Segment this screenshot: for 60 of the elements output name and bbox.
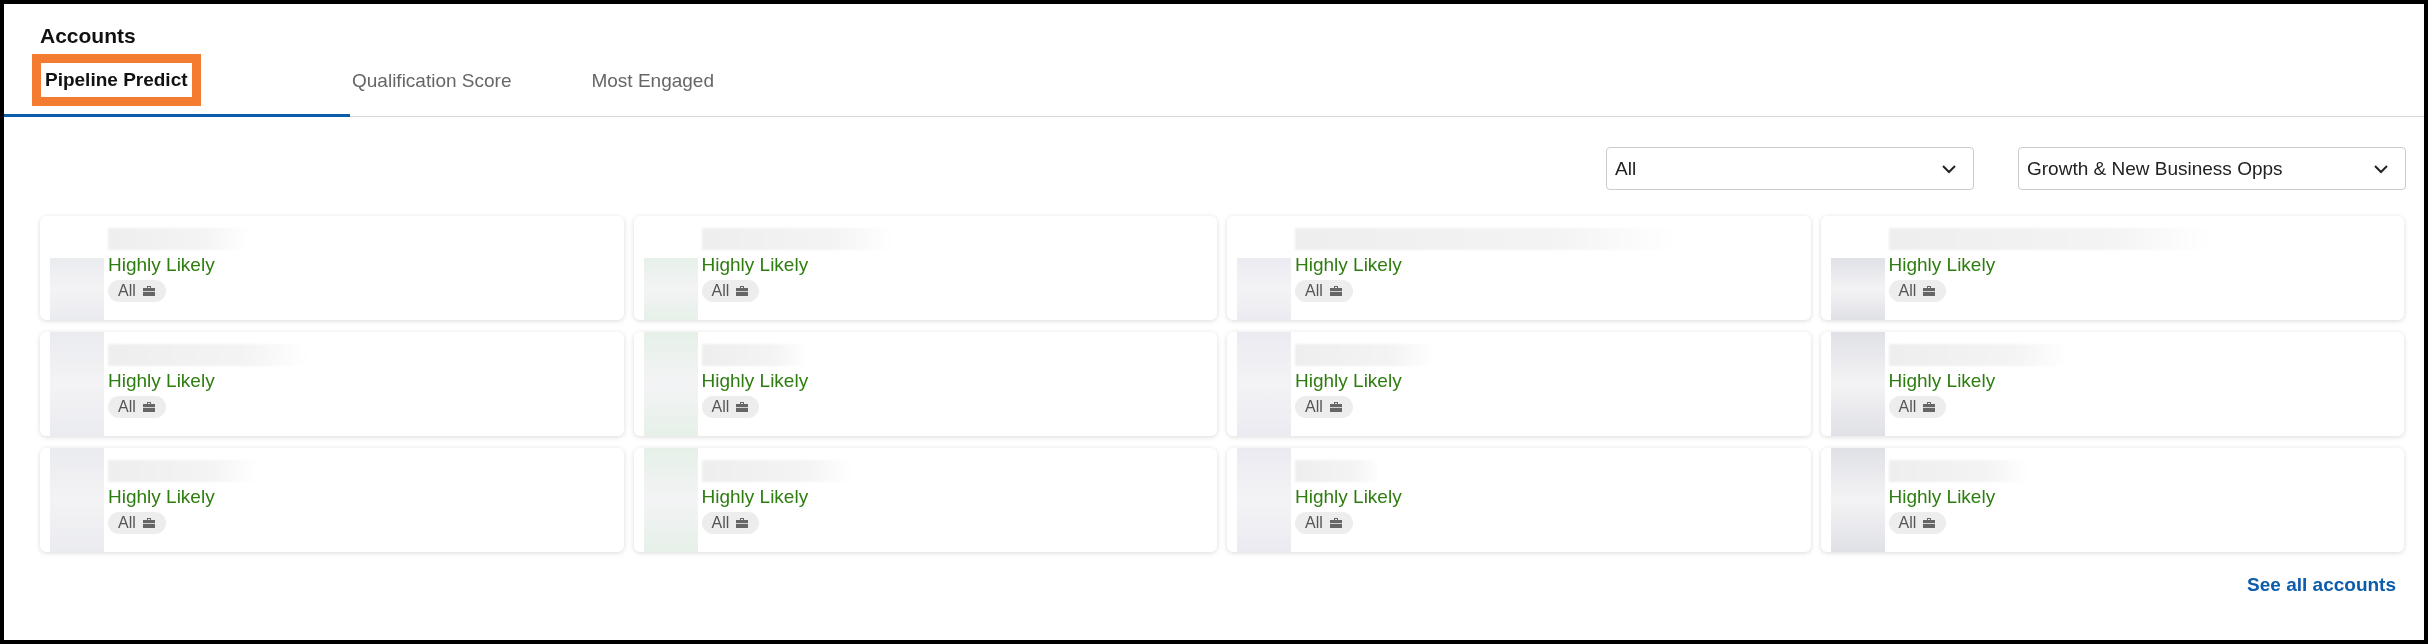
briefcase-icon — [1328, 517, 1343, 529]
account-card[interactable]: Highly Likely All — [1227, 216, 1811, 320]
account-card[interactable]: Highly Likely All — [1820, 216, 2404, 320]
tag-pill: All — [108, 280, 166, 302]
likelihood-label: Highly Likely — [108, 370, 216, 392]
tag-pill: All — [701, 280, 760, 302]
account-card[interactable]: Highly Likely All — [40, 216, 624, 320]
account-card[interactable]: Highly Likely All — [1820, 332, 2404, 436]
account-card[interactable]: Highly Likely All — [40, 332, 624, 436]
likelihood-label: Highly Likely — [701, 254, 810, 276]
tag-pill: All — [108, 512, 166, 534]
likelihood-label: Highly Likely — [701, 370, 810, 392]
see-all-link[interactable]: See all accounts — [2247, 574, 2396, 596]
likelihood-label: Highly Likely — [1888, 486, 1997, 508]
filter-dropdown[interactable]: Growth & New Business Opps — [2018, 147, 2406, 190]
briefcase-icon — [1328, 401, 1343, 413]
tab[interactable]: Pipeline Predict — [4, 56, 350, 117]
account-card[interactable]: Highly Likely All — [633, 216, 1217, 320]
tag-pill: All — [1295, 280, 1353, 302]
account-card[interactable]: Highly Likely All — [1227, 332, 1811, 436]
redacted-logo — [1830, 258, 1885, 320]
account-card[interactable]: Highly Likely All — [633, 332, 1217, 436]
briefcase-icon — [735, 401, 750, 413]
highlight-box: Pipeline Predict — [32, 54, 201, 106]
redacted-logo — [643, 258, 698, 320]
tag-pill: All — [1888, 396, 1947, 418]
briefcase-icon — [1922, 401, 1937, 413]
section-title: Accounts — [40, 24, 137, 48]
tag-pill: All — [1295, 512, 1353, 534]
briefcase-icon — [735, 517, 750, 529]
likelihood-label: Highly Likely — [1295, 254, 1403, 276]
briefcase-icon — [1922, 285, 1937, 297]
briefcase-icon — [1328, 285, 1343, 297]
account-card[interactable]: Highly Likely All — [1820, 448, 2404, 552]
filter-dropdown[interactable]: All — [1606, 147, 1974, 190]
briefcase-icon — [141, 401, 156, 413]
chevron-down-icon — [1941, 163, 1957, 174]
tab[interactable]: Most Engaged — [551, 56, 754, 117]
tab[interactable]: Qualification Score — [350, 56, 552, 117]
tag-pill: All — [1888, 280, 1947, 302]
tag-pill: All — [701, 512, 760, 534]
likelihood-label: Highly Likely — [1295, 370, 1403, 392]
briefcase-icon — [735, 285, 750, 297]
likelihood-label: Highly Likely — [701, 486, 810, 508]
chevron-down-icon — [2373, 163, 2389, 174]
account-card[interactable]: Highly Likely All — [1227, 448, 1811, 552]
likelihood-label: Highly Likely — [1888, 254, 1997, 276]
tag-pill: All — [1295, 396, 1353, 418]
account-card[interactable]: Highly Likely All — [40, 448, 624, 552]
likelihood-label: Highly Likely — [1295, 486, 1403, 508]
briefcase-icon — [1922, 517, 1937, 529]
likelihood-label: Highly Likely — [1888, 370, 1997, 392]
briefcase-icon — [141, 285, 156, 297]
briefcase-icon — [141, 517, 156, 529]
likelihood-label: Highly Likely — [108, 486, 216, 508]
tag-pill: All — [701, 396, 760, 418]
tag-pill: All — [1888, 512, 1947, 534]
account-card[interactable]: Highly Likely All — [633, 448, 1217, 552]
tag-pill: All — [108, 396, 166, 418]
likelihood-label: Highly Likely — [108, 254, 216, 276]
